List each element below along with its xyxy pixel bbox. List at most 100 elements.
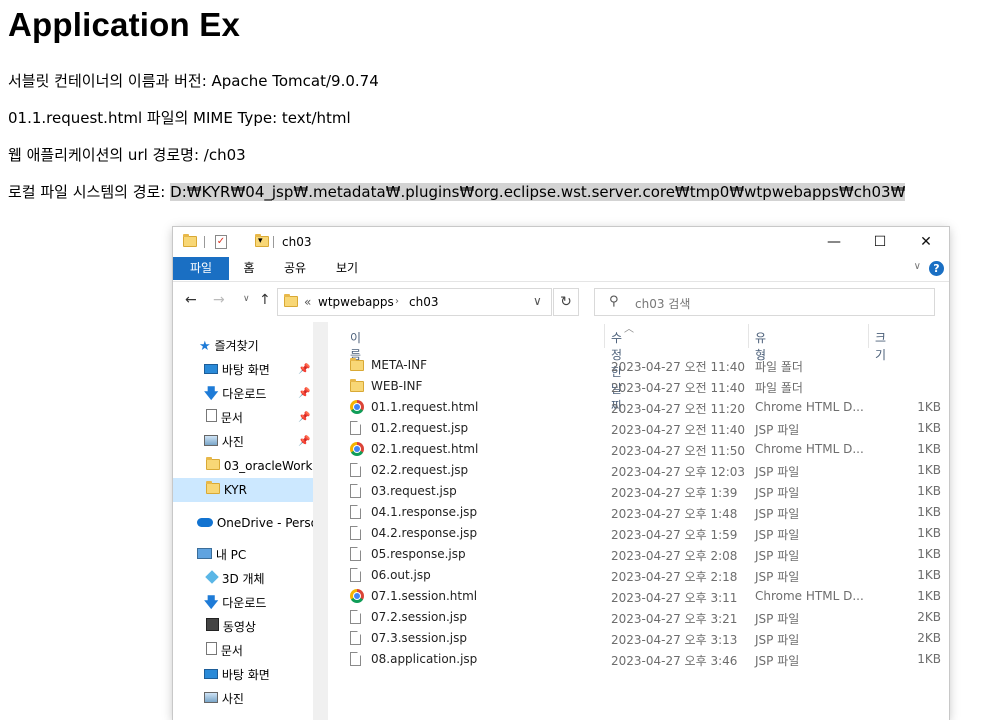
file-row[interactable]: 07.3.session.jsp 2023-04-27 오후 3:13 JSP 파일… — [348, 628, 948, 649]
file-type: JSP 파일 — [755, 423, 800, 437]
file-row[interactable]: 04.1.response.jsp 2023-04-27 오후 1:48 JSP 파… — [348, 502, 948, 523]
tab-file[interactable]: 파일 — [173, 257, 229, 280]
pc-icon — [197, 548, 212, 559]
file-row[interactable]: 02.1.request.html 2023-04-27 오전 11:50 Chro… — [348, 439, 948, 460]
file-row[interactable]: META-INF 2023-04-27 오전 11:40 파일 폴더 — [348, 355, 948, 376]
nav-item-onedrive[interactable]: OneDrive - Perso — [197, 511, 313, 535]
onedrive-icon — [197, 518, 213, 527]
nav-item-desktop-pc[interactable]: 바탕 화면 — [204, 663, 270, 687]
file-row[interactable]: 07.2.session.jsp 2023-04-27 오후 3:21 JSP 파일… — [348, 607, 948, 628]
file-icon — [350, 568, 361, 582]
nav-item-downloads[interactable]: 🡇 다운로드 📌 — [204, 382, 313, 406]
folder-icon — [350, 358, 364, 371]
expand-ribbon-icon[interactable]: ∨ — [914, 261, 921, 272]
file-date: 2023-04-27 오전 11:20 — [611, 402, 746, 416]
address-dropdown-icon[interactable]: ∨ — [533, 294, 542, 308]
address-overflow[interactable]: « — [304, 295, 311, 309]
file-row[interactable]: 01.1.request.html 2023-04-27 오전 11:20 Chro… — [348, 397, 948, 418]
file-row[interactable]: 03.request.jsp 2023-04-27 오후 1:39 JSP 파일 1K… — [348, 481, 948, 502]
up-arrow-icon[interactable]: ↑ — [259, 292, 271, 308]
address-bar[interactable]: « wtpwebapps › ch03 ∨ — [277, 288, 552, 316]
file-row[interactable]: WEB-INF 2023-04-27 오전 11:40 파일 폴더 — [348, 376, 948, 397]
customize-toolbar-icon[interactable]: ▾ — [258, 236, 263, 246]
file-size: 2KB — [917, 610, 941, 624]
download-icon: 🡇 — [204, 595, 219, 611]
real-path-label: 로컬 파일 시스템의 경로: — [8, 183, 171, 201]
file-row[interactable]: 07.1.session.html 2023-04-27 오후 3:11 Chrom… — [348, 586, 948, 607]
file-name: 07.3.session.jsp — [371, 631, 467, 645]
navigation-scrollbar[interactable] — [313, 322, 328, 720]
column-divider[interactable] — [748, 324, 749, 348]
file-type: Chrome HTML D... — [755, 400, 864, 414]
file-type: JSP 파일 — [755, 507, 800, 521]
file-row[interactable]: 01.2.request.jsp 2023-04-27 오전 11:40 JSP 파… — [348, 418, 948, 439]
tab-home[interactable]: 홈 — [231, 257, 267, 280]
nav-item-03-oraclework[interactable]: 03_oracleWork — [206, 454, 312, 478]
file-icon — [350, 547, 361, 561]
pictures-icon — [204, 692, 218, 703]
file-row[interactable]: 02.2.request.jsp 2023-04-27 오후 12:03 JSP 파… — [348, 460, 948, 481]
file-type: JSP 파일 — [755, 612, 800, 626]
file-type: JSP 파일 — [755, 528, 800, 542]
pin-icon: 📌 — [298, 388, 311, 399]
desktop-icon — [204, 669, 218, 679]
file-name: META-INF — [371, 358, 428, 372]
nav-item-pictures-pc[interactable]: 사진 — [204, 687, 244, 711]
file-date: 2023-04-27 오후 1:48 — [611, 507, 738, 521]
document-icon — [206, 409, 217, 422]
tab-share[interactable]: 공유 — [275, 257, 315, 280]
file-name: 01.2.request.jsp — [371, 421, 469, 435]
refresh-button[interactable]: ↻ — [553, 288, 579, 316]
breadcrumb-wtpwebapps[interactable]: wtpwebapps — [318, 295, 394, 309]
file-size: 1KB — [917, 421, 941, 435]
file-date: 2023-04-27 오후 3:21 — [611, 612, 738, 626]
file-date: 2023-04-27 오후 3:11 — [611, 591, 738, 605]
file-icon — [350, 484, 361, 498]
nav-item-3d-objects[interactable]: 3D 개체 — [205, 567, 265, 591]
help-icon[interactable]: ? — [929, 261, 944, 276]
file-size: 1KB — [917, 484, 941, 498]
forward-arrow-icon[interactable]: → — [213, 292, 225, 308]
properties-icon[interactable]: ✓ — [215, 235, 227, 249]
nav-item-this-pc[interactable]: 내 PC — [197, 543, 246, 567]
breadcrumb-ch03[interactable]: ch03 — [409, 295, 438, 309]
minimize-button[interactable]: — — [811, 227, 857, 257]
file-type: 파일 폴더 — [755, 381, 803, 395]
nav-item-documents-pc[interactable]: 문서 — [206, 639, 243, 663]
nav-item-kyr[interactable]: KYR — [173, 478, 313, 502]
search-icon: ⚲ — [609, 294, 619, 309]
file-name: 04.2.response.jsp — [371, 526, 478, 540]
file-row[interactable]: 04.2.response.jsp 2023-04-27 오후 1:59 JSP 파… — [348, 523, 948, 544]
file-size: 1KB — [917, 526, 941, 540]
nav-item-downloads-pc[interactable]: 🡇 다운로드 — [204, 591, 266, 615]
nav-item-kyr-content: KYR — [206, 478, 247, 502]
maximize-button[interactable]: ☐ — [857, 227, 903, 257]
file-row[interactable]: 08.application.jsp 2023-04-27 오후 3:46 JSP … — [348, 649, 948, 670]
file-name: 02.2.request.jsp — [371, 463, 469, 477]
file-row[interactable]: 06.out.jsp 2023-04-27 오후 2:18 JSP 파일 1KB — [348, 565, 948, 586]
file-size: 1KB — [917, 568, 941, 582]
file-date: 2023-04-27 오전 11:40 — [611, 423, 746, 437]
nav-item-documents[interactable]: 문서 📌 — [206, 406, 313, 430]
file-date: 2023-04-27 오후 2:18 — [611, 570, 738, 584]
nav-label: 사진 — [221, 435, 244, 449]
nav-label: 사진 — [221, 692, 244, 706]
download-icon: 🡇 — [204, 386, 219, 402]
close-button[interactable]: ✕ — [903, 227, 949, 257]
nav-item-pictures[interactable]: 사진 📌 — [204, 430, 313, 454]
nav-item-favorites[interactable]: ★ 즐겨찾기 — [199, 334, 259, 358]
column-divider[interactable] — [604, 324, 605, 348]
nav-item-videos[interactable]: 동영상 — [206, 615, 256, 639]
navigation-pane: ★ 즐겨찾기 바탕 화면 📌 🡇 다운로드 📌 문서 📌 사진 📌 03_oracleW… — [173, 322, 313, 720]
nav-label: 동영상 — [222, 620, 256, 634]
real-path-value: D:₩KYR₩04_jsp₩.metadata₩.plugins₩org.ecl… — [170, 183, 906, 201]
back-arrow-icon[interactable]: ← — [185, 292, 197, 308]
search-input[interactable]: ⚲ ch03 검색 — [594, 288, 935, 316]
file-row[interactable]: 05.response.jsp 2023-04-27 오후 2:08 JSP 파일 1… — [348, 544, 948, 565]
file-size: 1KB — [917, 505, 941, 519]
nav-item-desktop[interactable]: 바탕 화면 📌 — [204, 358, 313, 382]
column-divider[interactable] — [868, 324, 869, 348]
tab-view[interactable]: 보기 — [327, 257, 367, 280]
recent-locations-icon[interactable]: ∨ — [243, 294, 250, 304]
file-date: 2023-04-27 오전 11:50 — [611, 444, 746, 458]
